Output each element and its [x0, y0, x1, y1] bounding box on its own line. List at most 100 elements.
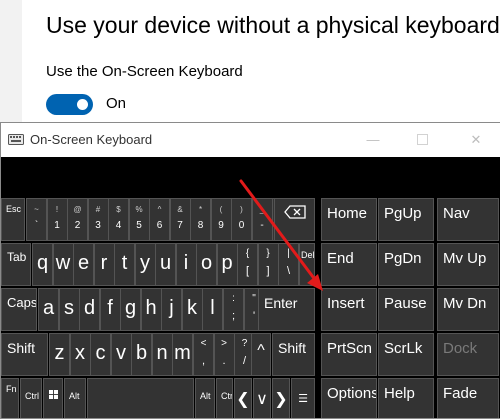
osk-title-bar[interactable]: On-Screen Keyboard — ✕: [1, 123, 500, 157]
number-key-5-label: 5: [136, 220, 142, 231]
number-key-7[interactable]: & 7: [169, 198, 191, 241]
ctrl-right-key[interactable]: Ctrl: [216, 378, 233, 418]
letter-key-f[interactable]: f: [99, 288, 121, 331]
nav-key-1-2[interactable]: Mv Up: [437, 243, 499, 286]
nav-key-0-2[interactable]: Nav: [437, 198, 499, 241]
letter-key-n[interactable]: n: [151, 333, 173, 376]
enter-key[interactable]: Enter: [258, 288, 315, 331]
comma-key-1[interactable]: >.: [213, 333, 235, 376]
nav-key-4-2[interactable]: Fade: [437, 378, 499, 418]
letter-key-v-label: v: [116, 342, 126, 364]
nav-key-0-1[interactable]: PgUp: [378, 198, 434, 241]
nav-key-label: PgDn: [384, 250, 422, 267]
letter-key-i[interactable]: i: [175, 243, 197, 286]
number-key-2[interactable]: @2: [67, 198, 88, 241]
close-icon[interactable]: ✕: [469, 133, 483, 147]
shift-left-key[interactable]: Shift: [1, 333, 48, 376]
letter-key-j[interactable]: j: [161, 288, 182, 331]
ctrl-left-key[interactable]: Ctrl: [20, 378, 42, 418]
number-key-4[interactable]: $4: [108, 198, 129, 241]
number-key-5[interactable]: % 5: [128, 198, 150, 241]
number-key-7-shift-label: &: [177, 205, 183, 214]
number-key-10[interactable]: ) 0: [231, 198, 252, 241]
letter-key-e-label: e: [77, 252, 90, 274]
backspace-key[interactable]: [274, 198, 315, 241]
letter-key-b[interactable]: b: [131, 333, 152, 376]
punct-key-0[interactable]: :;: [223, 288, 244, 331]
letter-key-x[interactable]: x: [69, 333, 91, 376]
nav-key-1-1[interactable]: PgDn: [378, 243, 434, 286]
letter-key-g[interactable]: g: [120, 288, 141, 331]
letter-key-k[interactable]: k: [181, 288, 203, 331]
letter-key-l[interactable]: l: [202, 288, 223, 331]
nav-key-2-0[interactable]: Insert: [321, 288, 377, 331]
chevron-right-icon: ❯: [274, 391, 288, 408]
number-key-0[interactable]: ~ `: [26, 198, 47, 241]
toggle-state-label: On: [106, 95, 127, 112]
letter-key-h[interactable]: h: [140, 288, 162, 331]
number-key-11[interactable]: _ -: [251, 198, 273, 241]
context-menu-key[interactable]: ☰: [291, 378, 315, 418]
number-key-3[interactable]: #3: [87, 198, 109, 241]
letter-key-t[interactable]: t: [114, 243, 135, 286]
fn-key[interactable]: Fn: [1, 378, 19, 418]
bracket-key-0[interactable]: {[: [237, 243, 258, 286]
letter-key-c[interactable]: c: [90, 333, 111, 376]
nav-key-3-0[interactable]: PrtScn: [321, 333, 377, 376]
nav-key-0-0[interactable]: Home: [321, 198, 377, 241]
letter-key-d[interactable]: d: [79, 288, 100, 331]
letter-key-z[interactable]: z: [49, 333, 70, 376]
bracket-key-2-label: \: [286, 265, 291, 277]
shift-right-key[interactable]: Shift: [272, 333, 315, 376]
letter-key-c-label: c: [95, 342, 106, 364]
letter-key-s[interactable]: s: [58, 288, 80, 331]
letter-key-q[interactable]: q: [32, 243, 53, 286]
letter-key-e[interactable]: e: [73, 243, 94, 286]
letter-key-m[interactable]: m: [172, 333, 193, 376]
number-key-1[interactable]: ! 1: [46, 198, 68, 241]
arrow-right-key[interactable]: ❯: [272, 378, 290, 418]
nav-key-3-2[interactable]: Dock: [437, 333, 499, 376]
caps-lock-key[interactable]: Caps: [1, 288, 37, 331]
letter-key-v[interactable]: v: [110, 333, 132, 376]
nav-key-2-1[interactable]: Pause: [378, 288, 434, 331]
maximize-icon[interactable]: [416, 133, 430, 147]
alt-right-key-label: Alt: [200, 391, 211, 401]
letter-key-a[interactable]: a: [38, 288, 59, 331]
number-key-2-shift-label: @: [73, 205, 82, 214]
comma-key-0[interactable]: <,: [193, 333, 214, 376]
comma-key-0-label: ,: [201, 355, 206, 367]
tab-key[interactable]: Tab: [1, 243, 31, 286]
letter-key-u[interactable]: u: [155, 243, 176, 286]
nav-key-1-0[interactable]: End: [321, 243, 377, 286]
letter-key-p[interactable]: p: [216, 243, 238, 286]
nav-key-4-0[interactable]: Options: [321, 378, 377, 418]
letter-key-r[interactable]: r: [93, 243, 115, 286]
arrow-left-key[interactable]: ❮: [234, 378, 252, 418]
number-key-9-shift-label: (: [219, 205, 223, 214]
alt-left-key[interactable]: Alt: [64, 378, 86, 418]
space-key[interactable]: [87, 378, 194, 418]
bracket-key-2[interactable]: | \: [278, 243, 299, 286]
osk-toggle-switch[interactable]: [46, 94, 93, 115]
letter-key-y[interactable]: y: [134, 243, 156, 286]
arrow-down-key[interactable]: ∨: [253, 378, 271, 418]
delete-key[interactable]: Del: [299, 243, 315, 286]
arrow-up-key[interactable]: ^: [251, 333, 271, 376]
bracket-key-1[interactable]: }]: [257, 243, 279, 286]
letter-key-w[interactable]: w: [52, 243, 74, 286]
letter-key-o[interactable]: o: [196, 243, 217, 286]
esc-key[interactable]: Esc: [1, 198, 25, 241]
number-key-8[interactable]: * 8: [190, 198, 211, 241]
nav-key-4-1[interactable]: Help: [378, 378, 434, 418]
nav-key-3-1[interactable]: ScrLk: [378, 333, 434, 376]
alt-right-key[interactable]: Alt: [195, 378, 215, 418]
windows-key[interactable]: [43, 378, 63, 418]
number-key-9[interactable]: (9: [210, 198, 232, 241]
nav-key-2-2[interactable]: Mv Dn: [437, 288, 499, 331]
ctrl-right-key-label: Ctrl: [221, 391, 233, 401]
number-key-6[interactable]: ^ 6: [149, 198, 170, 241]
bracket-key-0-shift-label: {: [245, 248, 250, 259]
minimize-icon[interactable]: —: [366, 133, 380, 147]
letter-key-n-label: n: [156, 342, 168, 364]
